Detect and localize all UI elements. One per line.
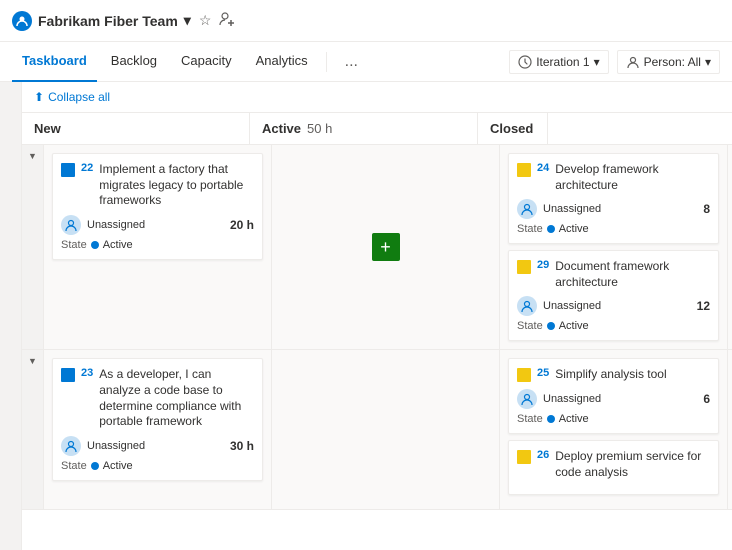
nav-bar: Taskboard Backlog Capacity Analytics ...…: [0, 42, 732, 82]
team-icon: [12, 11, 32, 31]
person-icon: [626, 55, 640, 69]
task-icon: [517, 163, 531, 177]
board-area: ⬆ Collapse all New Active 50 h Closed ▼: [0, 82, 732, 550]
state-dot: [91, 241, 99, 249]
state-dot: [547, 225, 555, 233]
new-cell-1: +: [272, 145, 500, 349]
story-icon: [61, 163, 75, 177]
task-icon: [517, 368, 531, 382]
nav-right: Iteration 1 ▾ Person: All ▾: [509, 50, 720, 74]
team-chevron-icon: ▾: [184, 12, 191, 29]
task-card-24[interactable]: 24 Develop framework architecture Unassi…: [508, 153, 719, 244]
iteration-icon: [518, 55, 532, 69]
left-gutter: [0, 82, 22, 550]
person-selector[interactable]: Person: All ▾: [617, 50, 720, 74]
nav-capacity[interactable]: Capacity: [171, 42, 242, 82]
add-member-icon[interactable]: [219, 11, 235, 30]
task-card-29[interactable]: 29 Document framework architecture Unass…: [508, 250, 719, 341]
avatar: [517, 199, 537, 219]
taskboard-cell-1: 22 Implement a factory that migrates leg…: [44, 145, 272, 349]
state-dot: [547, 415, 555, 423]
nav-taskboard[interactable]: Taskboard: [12, 42, 97, 82]
rows-area: ▼ 22 Implement a factory that migrates l…: [22, 145, 732, 550]
active-cell-1: 24 Develop framework architecture Unassi…: [500, 145, 728, 349]
row-collapse-2[interactable]: ▼: [22, 350, 44, 509]
task-icon: [517, 260, 531, 274]
avatar: [517, 389, 537, 409]
task-card-25[interactable]: 25 Simplify analysis tool Unassigned 6 S…: [508, 358, 719, 434]
collapse-arrow-icon: ⬆: [34, 90, 44, 104]
taskboard-cell-2: 23 As a developer, I can analyze a code …: [44, 350, 272, 509]
nav-divider: [326, 52, 327, 72]
favorite-icon[interactable]: ☆: [199, 12, 212, 29]
story-icon: [61, 368, 75, 382]
state-dot: [547, 322, 555, 330]
col-header-closed: Closed: [478, 113, 548, 144]
avatar: [61, 436, 81, 456]
team-selector[interactable]: Fabrikam Fiber Team ▾: [12, 11, 191, 31]
board-toolbar: ⬆ Collapse all: [22, 82, 732, 113]
row-collapse-1[interactable]: ▼: [22, 145, 44, 349]
new-cell-2: [272, 350, 500, 509]
avatar: [61, 215, 81, 235]
row-arrow-icon: ▼: [28, 151, 37, 161]
top-bar: Fabrikam Fiber Team ▾ ☆: [0, 0, 732, 42]
col-header-active: Active 50 h: [250, 113, 478, 144]
col-header-new: New: [22, 113, 250, 144]
collapse-all-button[interactable]: ⬆ Collapse all: [34, 90, 110, 104]
story-card-22[interactable]: 22 Implement a factory that migrates leg…: [52, 153, 263, 260]
closed-cell-2: [728, 350, 732, 509]
iteration-selector[interactable]: Iteration 1 ▾: [509, 50, 608, 74]
board-row: ▼ 22 Implement a factory that migrates l…: [22, 145, 732, 350]
nav-more-button[interactable]: ...: [335, 45, 368, 79]
column-headers: New Active 50 h Closed: [22, 113, 732, 145]
state-dot: [91, 462, 99, 470]
nav-backlog[interactable]: Backlog: [101, 42, 167, 82]
nav-analytics[interactable]: Analytics: [246, 42, 318, 82]
columns-area: ⬆ Collapse all New Active 50 h Closed ▼: [22, 82, 732, 550]
closed-cell-1: [728, 145, 732, 349]
task-icon: [517, 450, 531, 464]
person-chevron-icon: ▾: [705, 55, 711, 69]
story-card-23[interactable]: 23 As a developer, I can analyze a code …: [52, 358, 263, 480]
add-task-button[interactable]: +: [372, 233, 400, 261]
iteration-chevron-icon: ▾: [594, 55, 600, 69]
row-arrow-icon: ▼: [28, 356, 37, 366]
avatar: [517, 296, 537, 316]
board-row: ▼ 23 As a developer, I can analyze a cod…: [22, 350, 732, 510]
team-name-label: Fabrikam Fiber Team: [38, 13, 178, 29]
task-card-26[interactable]: 26 Deploy premium service for code analy…: [508, 440, 719, 495]
active-cell-2: 25 Simplify analysis tool Unassigned 6 S…: [500, 350, 728, 509]
